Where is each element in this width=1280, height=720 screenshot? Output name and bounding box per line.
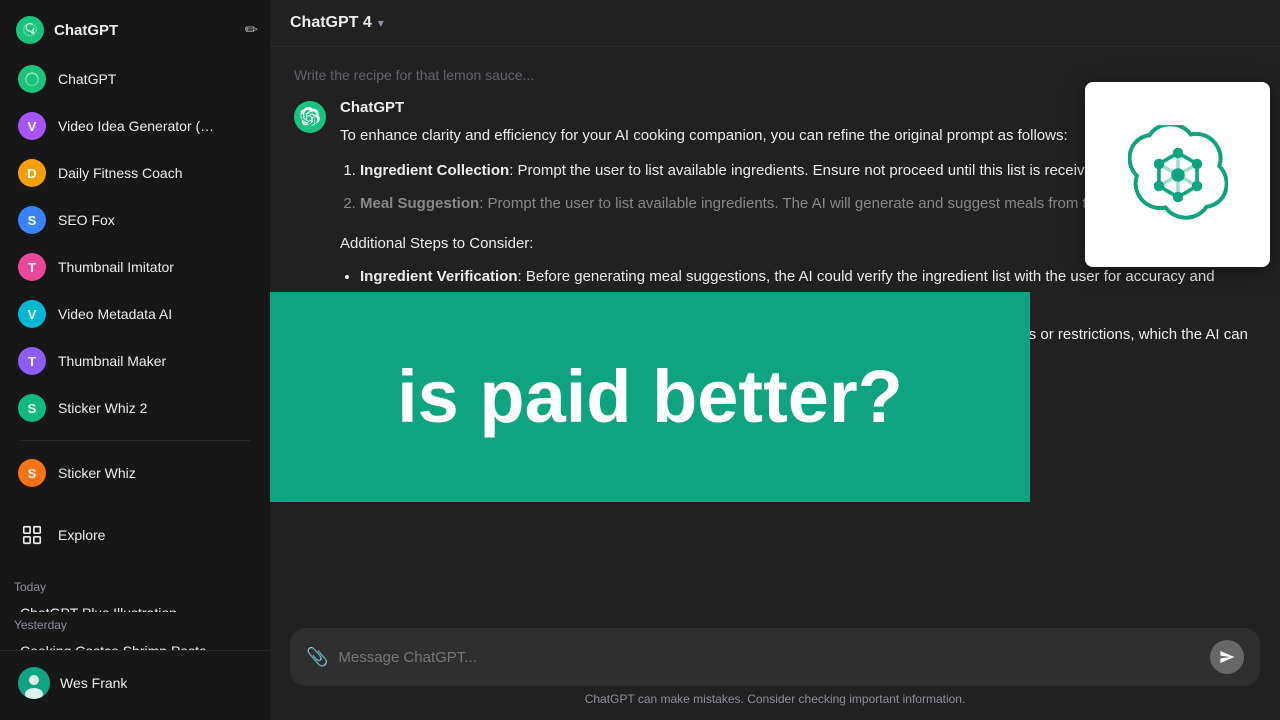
user-avatar bbox=[18, 667, 50, 699]
explore-label: Explore bbox=[58, 527, 105, 543]
daily-fitness-label: Daily Fitness Coach bbox=[58, 165, 183, 181]
video-idea-avatar: V bbox=[18, 112, 46, 140]
main-content: ChatGPT 4 ▾ Write the recipe for that le… bbox=[270, 0, 1280, 720]
sticker-whiz-label: Sticker Whiz bbox=[58, 465, 136, 481]
chatgpt-avatar bbox=[18, 65, 46, 93]
sidebar-item-video-idea[interactable]: V Video Idea Generator (… bbox=[8, 103, 262, 149]
video-idea-label: Video Idea Generator (… bbox=[58, 118, 214, 134]
chatgpt-logo-icon bbox=[16, 16, 44, 44]
sidebar-item-sticker-whiz-2[interactable]: S Sticker Whiz 2 bbox=[8, 385, 262, 431]
sidebar-item-thumbnail-maker[interactable]: T Thumbnail Maker bbox=[8, 338, 262, 384]
sticker-whiz-avatar: S bbox=[18, 459, 46, 487]
chat-body[interactable]: Write the recipe for that lemon sauce...… bbox=[270, 47, 1280, 616]
sidebar-item-thumbnail-imitator[interactable]: T Thumbnail Imitator bbox=[8, 244, 262, 290]
sidebar-item-sticker-whiz[interactable]: S Sticker Whiz bbox=[8, 450, 262, 496]
today-section-label: Today bbox=[0, 574, 270, 598]
item-1-title: Ingredient Collection bbox=[360, 162, 509, 179]
chatgpt-message-avatar bbox=[294, 101, 326, 133]
overlay-text: is paid better? bbox=[367, 360, 933, 434]
seo-fox-avatar: S bbox=[18, 206, 46, 234]
attach-icon[interactable]: 📎 bbox=[306, 647, 328, 668]
chat-input-area: 📎 ChatGPT can make mistakes. Consider ch… bbox=[270, 616, 1280, 720]
chat-header: ChatGPT 4 ▾ bbox=[270, 0, 1280, 47]
item-1-text: : Prompt the user to list available ingr… bbox=[509, 162, 1105, 179]
sticker-whiz-2-label: Sticker Whiz 2 bbox=[58, 400, 147, 416]
bullet-1-title: Ingredient Verification bbox=[360, 268, 518, 285]
thumbnail-maker-label: Thumbnail Maker bbox=[58, 353, 166, 369]
history-item-shrimp-pasta[interactable]: Cooking Costco Shrimp Pasta bbox=[8, 636, 262, 650]
sidebar-item-chatgpt[interactable]: ChatGPT bbox=[8, 56, 262, 102]
item-2-title: Meal Suggestion bbox=[360, 195, 479, 212]
explore-icon bbox=[18, 521, 46, 549]
send-button[interactable] bbox=[1210, 640, 1244, 674]
chat-model-name: ChatGPT 4 bbox=[290, 14, 372, 32]
daily-fitness-avatar: D bbox=[18, 159, 46, 187]
sidebar-item-daily-fitness[interactable]: D Daily Fitness Coach bbox=[8, 150, 262, 196]
sidebar-item-seo-fox[interactable]: S SEO Fox bbox=[8, 197, 262, 243]
user-name: Wes Frank bbox=[60, 675, 127, 691]
thumbnail-imitator-avatar: T bbox=[18, 253, 46, 281]
sidebar-divider bbox=[20, 440, 250, 441]
sidebar-header: ChatGPT ✏ bbox=[0, 8, 270, 52]
video-metadata-label: Video Metadata AI bbox=[58, 306, 172, 322]
chatgpt-label: ChatGPT bbox=[58, 71, 116, 87]
chat-input[interactable] bbox=[338, 649, 1200, 666]
gpt-logo-large-icon bbox=[1128, 125, 1228, 225]
user-profile[interactable]: Wes Frank bbox=[8, 659, 262, 707]
sidebar-item-video-metadata[interactable]: V Video Metadata AI bbox=[8, 291, 262, 337]
new-chat-icon[interactable]: ✏ bbox=[245, 20, 258, 40]
yesterday-section-label: Yesterday bbox=[0, 612, 270, 636]
sidebar-logo-area: ChatGPT bbox=[16, 16, 118, 44]
sticker-whiz-2-avatar: S bbox=[18, 394, 46, 422]
sidebar-title: ChatGPT bbox=[54, 22, 118, 39]
disclaimer-text: ChatGPT can make mistakes. Consider chec… bbox=[290, 686, 1260, 714]
chat-input-container: 📎 bbox=[290, 628, 1260, 686]
sidebar-bottom: Wes Frank bbox=[0, 650, 270, 715]
thumbnail-card bbox=[1085, 82, 1270, 267]
thumbnail-imitator-label: Thumbnail Imitator bbox=[58, 259, 174, 275]
sidebar-nav: ChatGPT V Video Idea Generator (… D Dail… bbox=[0, 56, 270, 496]
model-selector-chevron[interactable]: ▾ bbox=[378, 16, 384, 30]
history-item-plus-illustration[interactable]: ChatGPT Plus Illustration bbox=[8, 598, 262, 612]
sidebar-item-explore[interactable]: Explore bbox=[8, 512, 262, 558]
video-metadata-avatar: V bbox=[18, 300, 46, 328]
sidebar: ChatGPT ✏ ChatGPT V Video Idea Generator… bbox=[0, 0, 270, 720]
fade-text: Write the recipe for that lemon sauce... bbox=[294, 67, 1256, 83]
item-2-text: : Prompt the user to list available ingr… bbox=[479, 195, 1119, 212]
overlay-banner: is paid better? bbox=[270, 292, 1030, 502]
thumbnail-maker-avatar: T bbox=[18, 347, 46, 375]
seo-fox-label: SEO Fox bbox=[58, 212, 115, 228]
